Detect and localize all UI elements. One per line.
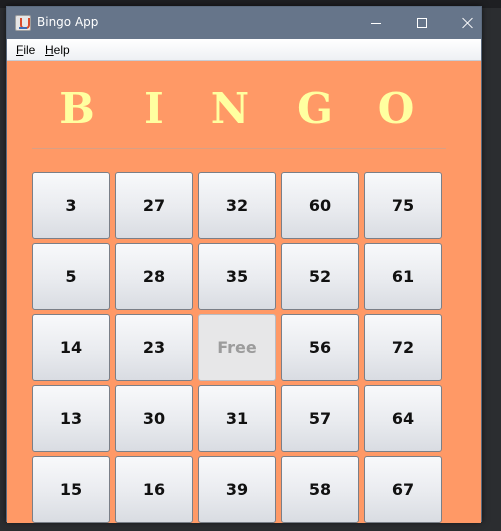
bingo-cell[interactable]: 14 bbox=[32, 314, 110, 381]
bingo-cell[interactable]: 31 bbox=[198, 385, 276, 452]
close-button[interactable] bbox=[445, 7, 491, 39]
close-icon bbox=[462, 17, 474, 29]
bingo-cell[interactable]: 61 bbox=[364, 243, 442, 310]
bingo-cell[interactable]: 27 bbox=[115, 172, 193, 239]
menu-bar: File Help bbox=[7, 39, 481, 61]
header-letter-i: I bbox=[144, 84, 164, 133]
bingo-cell[interactable]: 72 bbox=[364, 314, 442, 381]
bingo-cell[interactable]: 64 bbox=[364, 385, 442, 452]
bingo-cell[interactable]: 58 bbox=[281, 456, 359, 523]
bingo-cell[interactable]: 67 bbox=[364, 456, 442, 523]
bingo-header: B I N G O bbox=[32, 84, 452, 144]
bingo-cell-free: Free bbox=[198, 314, 276, 381]
bingo-cell[interactable]: 28 bbox=[115, 243, 193, 310]
java-app-icon bbox=[15, 15, 31, 31]
maximize-button[interactable] bbox=[399, 7, 445, 39]
header-divider bbox=[32, 148, 446, 149]
bingo-cell[interactable]: 23 bbox=[115, 314, 193, 381]
menu-file-label: ile bbox=[23, 43, 36, 57]
bingo-cell[interactable]: 52 bbox=[281, 243, 359, 310]
maximize-icon bbox=[417, 18, 427, 28]
title-bar[interactable]: Bingo App bbox=[7, 7, 481, 39]
header-letter-o: O bbox=[377, 84, 415, 133]
bingo-card-grid: 3 27 32 60 75 5 28 35 52 61 14 23 Free 56 72 13 30 31 57 64… bbox=[32, 172, 447, 523]
header-letter-g: G bbox=[297, 84, 333, 133]
bingo-cell[interactable]: 5 bbox=[32, 243, 110, 310]
header-letter-n: N bbox=[210, 84, 250, 133]
bingo-cell[interactable]: 13 bbox=[32, 385, 110, 452]
bingo-cell[interactable]: 35 bbox=[198, 243, 276, 310]
bingo-panel: B I N G O 3 27 32 60 75 5 28 35 52 61 14 23 Free 56 72… bbox=[7, 62, 481, 523]
menu-help[interactable]: Help bbox=[45, 43, 70, 57]
bingo-cell[interactable]: 57 bbox=[281, 385, 359, 452]
menu-help-label: elp bbox=[53, 43, 70, 57]
window-title: Bingo App bbox=[37, 15, 99, 29]
menu-help-mnemonic: H bbox=[45, 43, 54, 57]
bingo-cell[interactable]: 39 bbox=[198, 456, 276, 523]
bingo-cell[interactable]: 15 bbox=[32, 456, 110, 523]
bingo-cell[interactable]: 16 bbox=[115, 456, 193, 523]
minimize-button[interactable] bbox=[353, 7, 399, 39]
bingo-cell[interactable]: 30 bbox=[115, 385, 193, 452]
minimize-icon bbox=[371, 23, 381, 24]
bingo-cell[interactable]: 60 bbox=[281, 172, 359, 239]
bingo-cell[interactable]: 75 bbox=[364, 172, 442, 239]
bingo-window: Bingo App File Help B I N G O 3 27 32 60 75 5… bbox=[6, 6, 482, 523]
bingo-cell[interactable]: 32 bbox=[198, 172, 276, 239]
menu-file[interactable]: File bbox=[16, 43, 35, 57]
bingo-cell[interactable]: 56 bbox=[281, 314, 359, 381]
header-letter-b: B bbox=[59, 84, 95, 133]
bingo-cell[interactable]: 3 bbox=[32, 172, 110, 239]
